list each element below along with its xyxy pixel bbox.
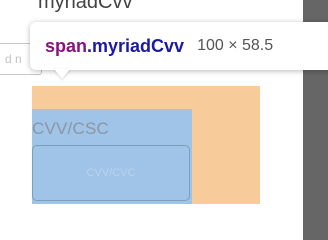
tooltip-arrow-icon (54, 69, 70, 79)
inspect-tooltip: span .myriadCvv 100 × 58.5 (30, 22, 328, 70)
cvv-placeholder: CVV/CVC (86, 167, 136, 179)
cvv-label: CVV/CSC (32, 119, 109, 138)
cvv-input[interactable]: CVV/CVC (32, 145, 190, 201)
tooltip-tag-name: span (45, 35, 88, 56)
tooltip-class-name: .myriadCvv (87, 35, 185, 56)
devtools-inspect-view: myriadCvv d n CVV/CSC CVV/CVC span .myria… (0, 0, 328, 240)
tooltip-dimensions: 100 × 58.5 (197, 37, 274, 54)
element-class-text: myriadCvv (38, 0, 133, 13)
card-name-placeholder: d n (5, 52, 22, 66)
